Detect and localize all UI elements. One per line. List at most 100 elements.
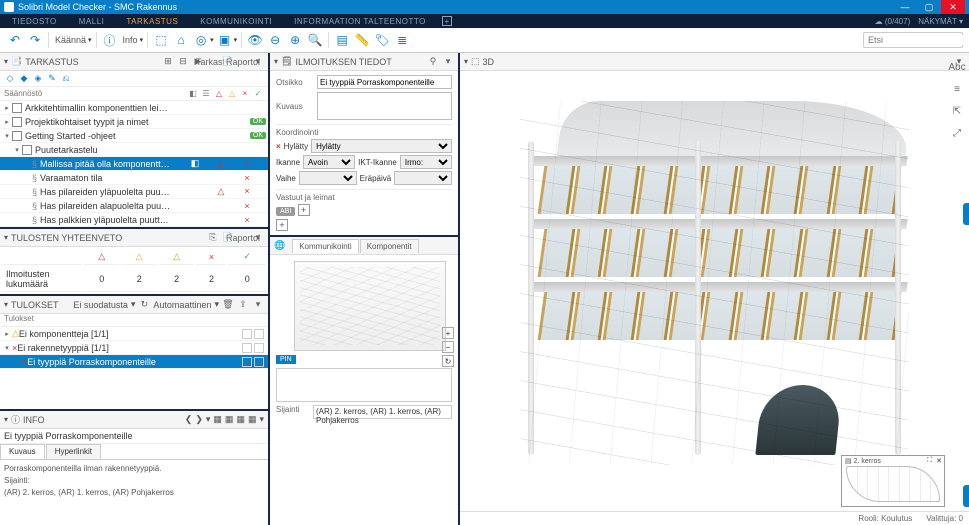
collapse-icon[interactable]: ▾ xyxy=(274,57,278,66)
views-dropdown[interactable]: NÄKYMÄT ▾ xyxy=(918,17,963,26)
settings-plus-icon[interactable]: ⊞ xyxy=(162,56,174,68)
rotate-label[interactable]: Käännä xyxy=(55,35,86,45)
snapshot-image[interactable] xyxy=(294,261,446,351)
tab-tarkastus[interactable]: TARKASTUS xyxy=(120,15,184,28)
result-row[interactable]: × Ei tyyppiä Porraskomponenteille xyxy=(0,355,268,369)
tab-informaatio[interactable]: INFORMAATION TALTEENOTTO xyxy=(288,15,432,28)
tool-icon[interactable]: ◈ xyxy=(32,73,44,85)
expand-icon[interactable]: ▸ xyxy=(2,118,12,126)
panel-menu-icon[interactable]: ▾ xyxy=(252,232,264,244)
grid4-icon[interactable]: ▦ xyxy=(248,414,257,425)
expand-icon[interactable]: ▾ xyxy=(12,146,22,154)
refresh-icon[interactable]: ↻ xyxy=(138,299,150,311)
checkbox[interactable] xyxy=(12,103,22,113)
window-close-button[interactable]: ✕ xyxy=(941,0,965,14)
tab-kuvaus[interactable]: Kuvaus xyxy=(0,444,45,459)
rule-row[interactable]: §Mallissa pitää olla komponentteja, ja n… xyxy=(0,157,268,171)
expand-icon[interactable]: ▾ xyxy=(2,344,12,352)
measure-icon[interactable]: 📏 xyxy=(353,31,371,49)
add-tab-button[interactable]: + xyxy=(442,16,452,26)
tab-komponentit[interactable]: Komponentit xyxy=(360,239,419,253)
target-icon[interactable]: ◎ xyxy=(192,31,210,49)
share-icon[interactable]: ⇪ xyxy=(237,299,249,311)
otsikko-input[interactable] xyxy=(317,75,452,89)
zoom-target-icon[interactable]: 🔍 xyxy=(306,31,324,49)
window-maximize-button[interactable]: ▢ xyxy=(917,0,941,14)
add-snapshot-button[interactable]: + xyxy=(442,327,454,339)
redo-button[interactable]: ↷ xyxy=(26,31,44,49)
panel-menu-icon[interactable]: ▾ xyxy=(259,414,264,425)
checkbox[interactable] xyxy=(22,145,32,155)
grid1-icon[interactable]: ▦ xyxy=(213,414,222,425)
report-label[interactable]: Raportoi xyxy=(237,56,249,68)
snap-icon[interactable]: ⤢ xyxy=(949,125,965,141)
pin-icon[interactable]: ⚲ xyxy=(427,56,439,68)
tool-icon[interactable]: ◇ xyxy=(4,73,16,85)
panel-menu-icon[interactable]: ▾ xyxy=(252,56,264,68)
select-icon[interactable]: ⬚ xyxy=(152,31,170,49)
tab-malli[interactable]: MALLI xyxy=(73,15,111,28)
reject-icon[interactable]: × xyxy=(276,142,281,151)
nav-next-icon[interactable]: ❯ xyxy=(195,414,203,425)
rule-row[interactable]: ▸Arkkitehtimallin komponenttien leikkauk… xyxy=(0,101,268,115)
markup-icon[interactable]: 🏷 xyxy=(373,31,391,49)
abi-tag[interactable]: ABI xyxy=(276,207,295,216)
undo-button[interactable]: ↶ xyxy=(6,31,24,49)
search-field[interactable] xyxy=(868,35,969,45)
kuvaus-input[interactable] xyxy=(317,92,452,120)
collapse-icon[interactable]: ▾ xyxy=(464,57,468,66)
tab-hyperlinkit[interactable]: Hyperlinkit xyxy=(46,444,101,459)
tool-icon[interactable]: ✎ xyxy=(46,73,58,85)
tab-kommunikointi[interactable]: KOMMUNIKOINTI xyxy=(194,15,278,28)
remove-snapshot-button[interactable]: − xyxy=(442,341,454,353)
reload-snapshot-button[interactable]: ↻ xyxy=(442,355,454,367)
result-row[interactable]: ▾× Ei rakennetyyppiä [1/1] xyxy=(0,341,268,355)
expand-icon[interactable]: ▸ xyxy=(2,330,12,338)
export-icon[interactable]: ⇱ xyxy=(949,103,965,119)
tab-tiedosto[interactable]: TIEDOSTO xyxy=(6,15,63,28)
eraspiva-select[interactable] xyxy=(394,171,452,185)
add-row-button[interactable]: + xyxy=(276,219,288,231)
collapse-icon[interactable]: ▾ xyxy=(4,415,8,424)
window-minimize-button[interactable]: — xyxy=(893,0,917,14)
minimap-close-icon[interactable]: ✕ xyxy=(936,457,942,465)
home-icon[interactable]: ⌂ xyxy=(172,31,190,49)
tool-icon[interactable]: ◆ xyxy=(18,73,30,85)
nav-prev-icon[interactable]: ❮ xyxy=(185,414,193,425)
panel-menu-icon[interactable]: ▾ xyxy=(442,56,454,68)
stack-icon[interactable]: ≡ xyxy=(949,81,965,97)
auto-select[interactable]: Automaattinen xyxy=(153,300,211,310)
expand-icon[interactable]: ▸ xyxy=(2,104,12,112)
visibility-icon[interactable]: 👁 xyxy=(246,31,264,49)
rule-row[interactable]: §Has palkkien yläpuolelta puuttuvat komp… xyxy=(0,213,268,227)
zoom-out-icon[interactable]: ⊖ xyxy=(266,31,284,49)
rule-row[interactable]: §Varaamaton tila× xyxy=(0,171,268,185)
search-input[interactable]: 🔍 xyxy=(863,32,963,48)
grid2-icon[interactable]: ▦ xyxy=(225,414,234,425)
ikanne-select[interactable]: Avoin xyxy=(303,155,355,169)
yht-icon[interactable]: ⎘ xyxy=(207,232,219,244)
pin-badge[interactable]: PIN xyxy=(276,355,296,364)
ikt-select[interactable]: Irmo: xyxy=(400,155,452,169)
vaihe-select[interactable] xyxy=(299,171,357,185)
side-handle[interactable] xyxy=(963,203,969,225)
collapse-icon[interactable]: ▾ xyxy=(4,300,8,309)
grid3-icon[interactable]: ▦ xyxy=(236,414,245,425)
box-icon[interactable]: ▣ xyxy=(216,31,234,49)
rule-row[interactable]: ▾Puutetarkastelu xyxy=(0,143,268,157)
rule-row[interactable]: ▾Getting Started -ohjeetOK xyxy=(0,129,268,143)
result-row[interactable]: ▸△ Ei komponentteja [1/1] xyxy=(0,327,268,341)
add-tag-button[interactable]: + xyxy=(298,204,310,216)
checkbox[interactable] xyxy=(12,117,22,127)
settings-minus-icon[interactable]: ⊟ xyxy=(177,56,189,68)
info-icon[interactable]: ⓘ xyxy=(101,31,119,49)
tool-icon[interactable]: ⎌ xyxy=(60,73,72,85)
rule-row[interactable]: §Has pilareiden yläpuolelta puuttuvat ko… xyxy=(0,185,268,199)
floor-minimap[interactable]: ▤2. kerros ⛶ ✕ xyxy=(841,455,945,507)
zoom-in-icon[interactable]: ⊕ xyxy=(286,31,304,49)
check-label[interactable]: Tarkasta xyxy=(207,56,219,68)
minimap-expand-icon[interactable]: ⛶ xyxy=(927,457,932,465)
panel-menu-icon[interactable]: ▾ xyxy=(252,299,264,311)
collapse-icon[interactable]: ▾ xyxy=(4,57,8,66)
side-handle[interactable] xyxy=(963,485,969,507)
